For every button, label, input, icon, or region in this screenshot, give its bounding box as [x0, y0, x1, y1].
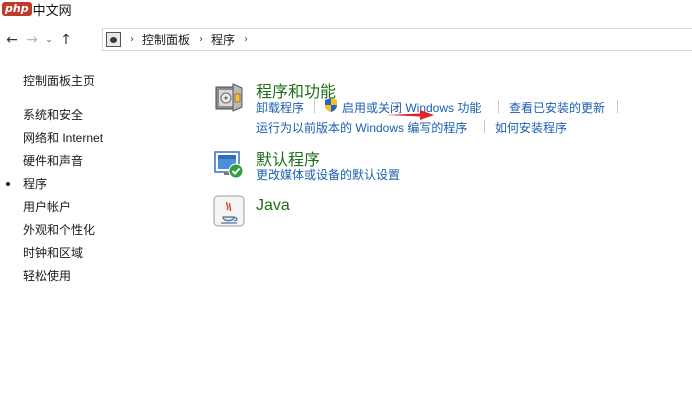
selected-bullet-icon [6, 182, 10, 186]
up-arrow-icon[interactable]: ↑ [56, 29, 76, 51]
annotation-red-arrow-icon [386, 110, 434, 120]
change-defaults-link[interactable]: 更改媒体或设备的默认设置 [256, 166, 400, 183]
breadcrumb-programs[interactable]: 程序 [211, 31, 235, 48]
default-programs-icon[interactable] [212, 148, 246, 182]
link-divider [498, 100, 499, 113]
sidebar-item-home[interactable]: 控制面板主页 [23, 72, 95, 89]
sidebar-item-network[interactable]: 网络和 Internet [23, 129, 103, 146]
sidebar-item-programs[interactable]: 程序 [23, 175, 47, 192]
link-divider [617, 100, 618, 113]
watermark-logo: php [2, 2, 32, 16]
uac-shield-icon [325, 98, 337, 112]
programs-features-icon[interactable] [212, 80, 246, 114]
forward-arrow-icon[interactable]: → [22, 29, 42, 51]
sidebar-item-ease-of-access[interactable]: 轻松使用 [23, 267, 71, 284]
recent-locations-chevron-icon[interactable]: ⌄ [42, 29, 56, 51]
view-installed-updates-link[interactable]: 查看已安装的更新 [509, 99, 605, 116]
breadcrumb-separator-icon[interactable]: › [199, 34, 203, 45]
address-bar[interactable]: › 控制面板 › 程序 › [102, 28, 692, 51]
sidebar-item-hardware-sound[interactable]: 硬件和声音 [23, 152, 83, 169]
sidebar-item-appearance[interactable]: 外观和个性化 [23, 221, 95, 238]
breadcrumb-control-panel[interactable]: 控制面板 [142, 31, 190, 48]
back-arrow-icon[interactable]: ← [2, 29, 22, 51]
sidebar-item-system-security[interactable]: 系统和安全 [23, 106, 83, 123]
breadcrumb-separator-icon[interactable]: › [130, 34, 134, 45]
link-divider [314, 100, 315, 113]
control-panel-icon [106, 32, 121, 47]
watermark-text: 中文网 [32, 3, 72, 19]
sidebar-item-clock-region[interactable]: 时钟和区域 [23, 244, 83, 261]
sidebar-item-user-accounts[interactable]: 用户帐户 [23, 198, 71, 215]
navigation-bar: ← → ⌄ ↑ › 控制面板 › 程序 › [0, 27, 692, 53]
uninstall-program-link[interactable]: 卸载程序 [256, 99, 304, 116]
java-title[interactable]: Java [256, 197, 290, 215]
watermark: php 中文网 [2, 0, 72, 19]
java-icon[interactable] [212, 194, 246, 228]
how-to-install-link[interactable]: 如何安装程序 [495, 119, 567, 136]
breadcrumb-separator-icon[interactable]: › [244, 34, 248, 45]
link-divider [484, 120, 485, 133]
